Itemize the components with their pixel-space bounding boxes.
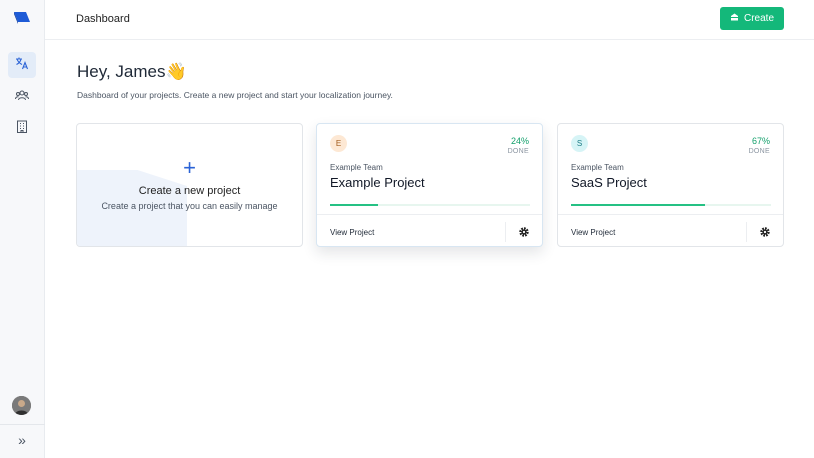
organization-icon [16, 120, 28, 138]
progress-done-label: DONE [748, 148, 770, 155]
progress-done-label: DONE [507, 148, 529, 155]
card-footer: View Project [558, 214, 783, 246]
progress-percent: 67% [751, 136, 770, 146]
create-project-title: Create a new project [138, 185, 241, 197]
project-card[interactable]: S 67% DONE Example Team SaaS Project Vie… [557, 123, 784, 247]
create-button-label: Create [743, 13, 774, 24]
project-name: Example Project [330, 175, 425, 190]
project-name: SaaS Project [571, 175, 647, 190]
footer-divider [505, 222, 506, 242]
project-initial-badge: E [330, 135, 347, 152]
progress-bar-fill [571, 204, 705, 206]
translate-icon [15, 56, 29, 75]
project-team: Example Team [571, 163, 624, 172]
gear-icon[interactable] [518, 225, 530, 237]
progress-percent: 24% [510, 136, 529, 146]
sidebar-item-translations[interactable] [8, 52, 36, 78]
create-icon [730, 13, 739, 24]
progress-bar [571, 204, 771, 206]
footer-divider [746, 222, 747, 242]
project-card[interactable]: E 24% DONE Example Team Example Project … [316, 123, 543, 247]
sidebar-divider [0, 424, 45, 425]
create-project-card[interactable]: + Create a new project Create a project … [76, 123, 303, 247]
sidebar-item-organization[interactable] [8, 116, 36, 142]
sidebar-item-teams[interactable] [8, 84, 36, 110]
app-logo-icon[interactable] [12, 10, 32, 26]
card-footer: View Project [317, 214, 542, 246]
expand-sidebar-icon[interactable]: » [12, 431, 32, 449]
progress-bar-fill [330, 204, 378, 206]
dashboard-subtitle: Dashboard of your projects. Create a new… [77, 90, 393, 100]
gear-icon[interactable] [759, 225, 771, 237]
project-initial-badge: S [571, 135, 588, 152]
view-project-link[interactable]: View Project [330, 228, 374, 237]
project-team: Example Team [330, 163, 383, 172]
create-button[interactable]: Create [720, 7, 784, 30]
progress-bar [330, 204, 530, 206]
sidebar: » [0, 0, 45, 458]
greeting-heading: Hey, James👋 [77, 62, 187, 81]
create-project-subtitle: Create a project that you can easily man… [101, 201, 278, 211]
page-title: Dashboard [76, 13, 130, 25]
plus-icon: + [183, 155, 196, 180]
team-icon [15, 88, 29, 106]
user-avatar[interactable] [12, 396, 31, 415]
top-bar: Dashboard Create [45, 0, 814, 40]
view-project-link[interactable]: View Project [571, 228, 615, 237]
